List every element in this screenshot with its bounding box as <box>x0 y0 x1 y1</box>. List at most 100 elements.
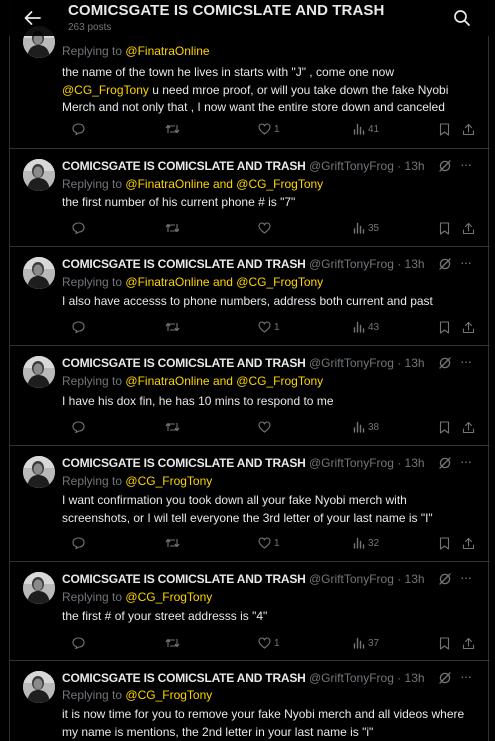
share-icon <box>462 123 475 135</box>
tweet[interactable]: COMICSGATE IS COMICSLATE AND TRASH @Grif… <box>10 346 490 446</box>
repost-button[interactable] <box>165 419 180 435</box>
like-button[interactable]: 1 <box>258 319 280 335</box>
views-button[interactable]: 43 <box>353 319 379 335</box>
repost-button[interactable] <box>165 535 180 551</box>
share-button[interactable] <box>462 220 475 236</box>
grok-icon[interactable] <box>438 257 452 271</box>
author-handle[interactable]: @GriftTonyFrog · 13h <box>309 572 425 586</box>
tweet[interactable]: COMICSGATE IS COMICSLATE AND TRASH @Grif… <box>10 562 490 661</box>
reply-button[interactable] <box>72 121 85 137</box>
views-button[interactable]: 38 <box>353 419 379 435</box>
share-button[interactable] <box>462 319 475 335</box>
author-handle[interactable]: @GriftTonyFrog · 13h <box>309 456 425 470</box>
tweet[interactable]: COMICSGATE IS COMICSLATE AND TRASH @Grif… <box>10 446 490 562</box>
tweet-actions: 1 32 <box>62 535 482 551</box>
bookmark-button[interactable] <box>439 635 450 651</box>
like-button[interactable] <box>258 220 274 236</box>
tweet[interactable]: COMICSGATE IS COMICSLATE AND TRASH @Grif… <box>10 149 490 247</box>
avatar[interactable] <box>23 257 55 289</box>
tweet-header-icons: ··· <box>438 453 482 471</box>
mention-link[interactable]: @FinatraOnline and @CG_FrogTony <box>125 177 323 191</box>
reply-icon <box>72 537 85 549</box>
mention-link[interactable]: @CG_FrogTony <box>125 590 212 604</box>
like-button[interactable]: 1 <box>258 635 280 651</box>
grok-icon[interactable] <box>438 159 452 173</box>
more-options-icon[interactable]: ··· <box>460 569 472 585</box>
repost-button[interactable] <box>165 121 180 137</box>
mention-link[interactable]: @CG_FrogTony <box>125 474 212 488</box>
reply-button[interactable] <box>72 535 85 551</box>
more-options-icon[interactable]: ··· <box>460 353 472 369</box>
avatar[interactable] <box>23 456 55 488</box>
tweet-header-icons: ··· <box>438 668 482 686</box>
author-name[interactable]: COMICSGATE IS COMICSLATE AND TRASH <box>62 572 306 586</box>
bookmark-button[interactable] <box>439 220 450 236</box>
like-button[interactable]: 1 <box>258 121 280 137</box>
author-name[interactable]: COMICSGATE IS COMICSLATE AND TRASH <box>62 456 306 470</box>
reply-icon <box>72 123 85 135</box>
mention-link[interactable]: @CG_FrogTony <box>62 83 149 97</box>
author-name[interactable]: COMICSGATE IS COMICSLATE AND TRASH <box>62 671 306 685</box>
grok-icon[interactable] <box>438 356 452 370</box>
avatar[interactable] <box>23 671 55 703</box>
grok-icon[interactable] <box>438 572 452 586</box>
mention-link[interactable]: @FinatraOnline <box>125 44 209 58</box>
views-button[interactable]: 41 <box>353 121 379 137</box>
reply-button[interactable] <box>72 220 85 236</box>
author-name[interactable]: COMICSGATE IS COMICSLATE AND TRASH <box>62 159 306 173</box>
repost-button[interactable] <box>165 220 180 236</box>
bookmark-button[interactable] <box>439 319 450 335</box>
reply-button[interactable] <box>72 319 85 335</box>
repost-button[interactable] <box>165 319 180 335</box>
reply-button[interactable] <box>72 635 85 651</box>
avatar[interactable] <box>23 356 55 388</box>
share-button[interactable] <box>462 121 475 137</box>
like-button[interactable]: 1 <box>258 535 280 551</box>
mention-link[interactable]: @CG_FrogTony <box>125 688 212 702</box>
avatar[interactable] <box>23 159 55 191</box>
grok-icon[interactable] <box>438 671 452 685</box>
tweet-actions: 1 41 <box>62 121 482 137</box>
author-name[interactable]: COMICSGATE IS COMICSLATE AND TRASH <box>62 257 306 271</box>
views-button[interactable]: 37 <box>353 635 379 651</box>
mention-link[interactable]: @FinatraOnline and @CG_FrogTony <box>125 374 323 388</box>
bookmark-button[interactable] <box>439 121 450 137</box>
back-button[interactable] <box>22 9 42 27</box>
share-button[interactable] <box>462 635 475 651</box>
heart-icon <box>258 421 271 433</box>
more-options-icon[interactable]: ··· <box>460 668 472 684</box>
tweet-actions: 1 43 <box>62 319 482 335</box>
author-handle[interactable]: @GriftTonyFrog · 13h <box>309 159 425 173</box>
views-chart-icon <box>353 123 365 135</box>
author-name[interactable]: COMICSGATE IS COMICSLATE AND TRASH <box>62 356 306 370</box>
views-button[interactable]: 35 <box>353 220 379 236</box>
tweet-header: COMICSGATE IS COMICSLATE AND TRASH @Grif… <box>62 456 425 470</box>
tweet[interactable]: COMICSGATE IS COMICSLATE AND TRASH @Grif… <box>10 247 490 346</box>
author-handle[interactable]: @GriftTonyFrog · 13h <box>309 257 425 271</box>
like-button[interactable] <box>258 419 274 435</box>
mention-link[interactable]: @FinatraOnline and @CG_FrogTony <box>125 275 323 289</box>
more-options-icon[interactable]: ··· <box>460 254 472 270</box>
views-count: 41 <box>368 123 380 135</box>
replying-to-label: Replying to <box>62 688 123 702</box>
reply-button[interactable] <box>72 419 85 435</box>
grok-icon[interactable] <box>438 456 452 470</box>
replying-to: Replying to @FinatraOnline and @CG_FrogT… <box>62 177 323 191</box>
heart-icon <box>258 321 271 333</box>
author-handle[interactable]: @GriftTonyFrog · 13h <box>309 671 425 685</box>
avatar[interactable] <box>23 572 55 604</box>
reply-icon <box>72 637 85 649</box>
bookmark-button[interactable] <box>439 419 450 435</box>
bookmark-button[interactable] <box>439 535 450 551</box>
views-button[interactable]: 32 <box>353 535 379 551</box>
share-button[interactable] <box>462 535 475 551</box>
repost-icon <box>165 538 180 548</box>
share-button[interactable] <box>462 419 475 435</box>
more-options-icon[interactable]: ··· <box>460 156 472 172</box>
repost-button[interactable] <box>165 635 180 651</box>
author-handle[interactable]: @GriftTonyFrog · 13h <box>309 356 425 370</box>
bookmark-icon <box>439 320 450 334</box>
tweet[interactable]: COMICSGATE IS COMICSLATE AND TRASH @Grif… <box>10 661 490 741</box>
more-options-icon[interactable]: ··· <box>460 453 472 469</box>
search-button[interactable] <box>453 9 471 27</box>
